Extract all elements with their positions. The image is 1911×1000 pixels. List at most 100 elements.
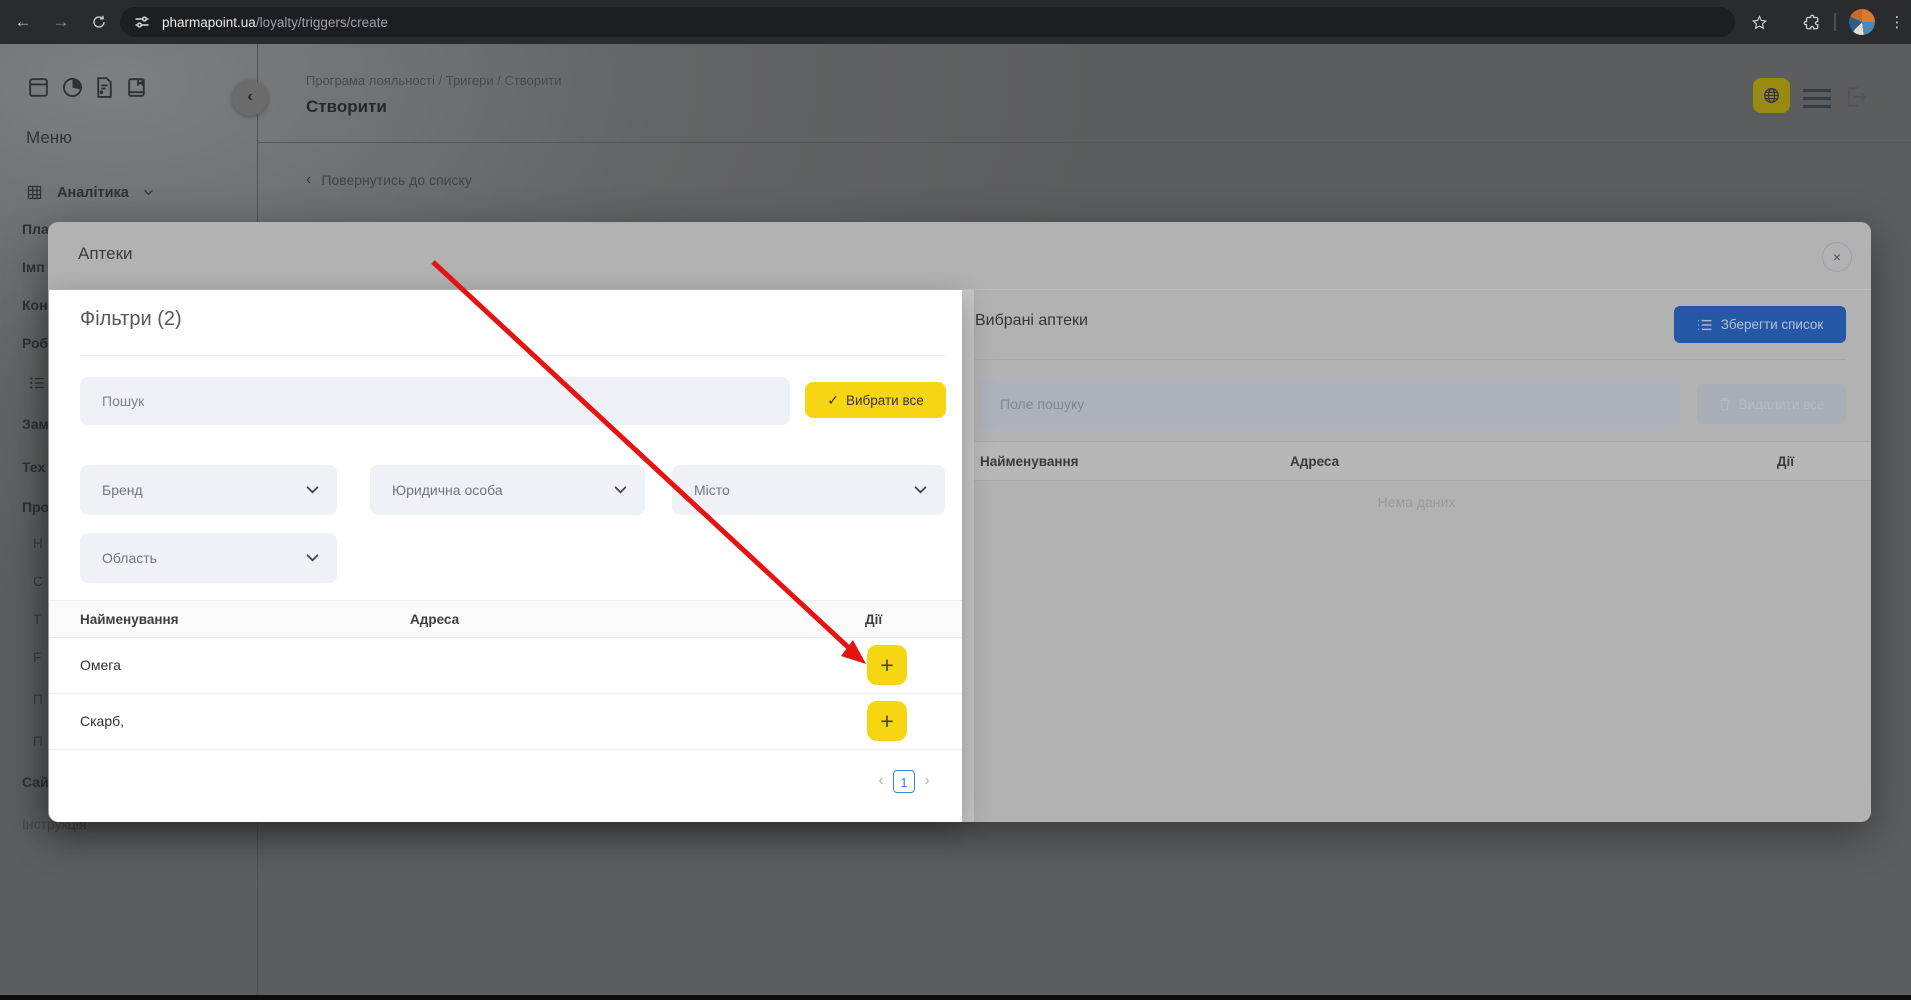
language-button[interactable] (1753, 78, 1790, 113)
grid-icon (27, 185, 42, 200)
sidebar-subitem[interactable]: F (33, 649, 41, 667)
sidebar-subitem[interactable]: Н (33, 535, 43, 553)
sidebar-subitem[interactable]: Т (33, 611, 41, 629)
star-icon (1751, 14, 1767, 29)
sidebar-collapse-button[interactable]: ‹ (232, 80, 268, 116)
sidebar-item[interactable]: Про (22, 498, 49, 516)
modal-close-button[interactable]: × (1822, 242, 1852, 272)
save-list-button[interactable]: Зберегти список (1674, 306, 1846, 343)
header-divider (257, 142, 1911, 143)
modal-title: Аптеки (78, 244, 133, 263)
add-pharmacy-button[interactable]: + (867, 701, 907, 741)
column-header-actions: Дії (865, 611, 883, 627)
save-list-label: Зберегти список (1720, 317, 1824, 332)
browser-toolbar: ← → pharmapoint.ua/loyalty/triggers/crea… (0, 0, 1911, 44)
city-dropdown[interactable]: Місто (672, 465, 945, 515)
brand-dropdown-label: Бренд (102, 482, 143, 498)
pagination-prev-button[interactable]: ‹ (873, 770, 889, 792)
sidebar-item-analytics[interactable]: Аналітика (26, 184, 154, 201)
browser-reload-button[interactable] (84, 7, 114, 37)
puzzle-icon (1803, 14, 1819, 30)
sidebar-quick-document-icon[interactable] (92, 75, 117, 105)
sidebar-quick-piechart-icon[interactable] (60, 75, 85, 105)
chevron-left-icon: ‹ (306, 171, 312, 188)
city-dropdown-label: Місто (694, 482, 730, 498)
bookmark-star-button[interactable] (1744, 7, 1774, 37)
column-header-name: Найменування (980, 453, 1079, 469)
column-header-address: Адреса (1290, 453, 1340, 469)
url-path: /loyalty/triggers/create (255, 14, 388, 30)
back-link-label: Повернутись до списку (321, 172, 472, 188)
legal-entity-dropdown-label: Юридична особа (392, 482, 503, 498)
extensions-button[interactable] (1796, 7, 1826, 37)
chevron-down-icon (614, 486, 627, 494)
filters-divider (80, 355, 945, 356)
browser-forward-button[interactable]: → (46, 7, 76, 37)
sidebar-item[interactable]: Кон (22, 296, 48, 314)
select-all-label: Вибрати все (845, 392, 924, 408)
page-title: Створити (306, 97, 387, 116)
chevron-down-icon (306, 554, 319, 562)
sidebar-item-label: Аналітика (57, 184, 129, 201)
url-domain: pharmapoint.ua (162, 14, 256, 30)
toolbar-divider (1834, 13, 1836, 31)
filters-panel-scrollbar[interactable] (962, 290, 974, 822)
selected-pharmacies-title: Вибрані аптеки (975, 312, 1088, 329)
sidebar-quick-book-icon[interactable] (124, 75, 149, 105)
sidebar-subitem[interactable]: П (33, 691, 43, 709)
plus-icon: + (880, 651, 894, 678)
sidebar-item[interactable]: Зам (22, 415, 49, 433)
chevron-down-icon (143, 189, 153, 196)
sidebar-subitem[interactable]: С (33, 573, 43, 591)
sidebar-item[interactable]: Імп (22, 258, 45, 276)
sidebar-list-section-icon[interactable] (28, 374, 46, 397)
sidebar-quick-archive-icon[interactable] (26, 75, 51, 105)
filters-panel: Фільтри (2) ✓ Вибрати все Бренд Юридична… (49, 290, 962, 822)
apps-menu-button[interactable] (1803, 89, 1831, 108)
address-bar[interactable]: pharmapoint.ua/loyalty/triggers/create (120, 7, 1735, 37)
sidebar-menu-heading: Меню (26, 128, 72, 147)
pharmacy-name: Омега (80, 657, 121, 673)
screenshot-stage: ← → pharmapoint.ua/loyalty/triggers/crea… (0, 0, 1911, 1000)
sidebar-subitem[interactable]: П (33, 733, 43, 751)
region-dropdown[interactable]: Область (80, 533, 337, 583)
sidebar-item[interactable]: Пла (22, 220, 49, 238)
plus-icon: + (880, 707, 894, 734)
table-row: Омега + (49, 638, 962, 694)
legal-entity-dropdown[interactable]: Юридична особа (370, 465, 645, 515)
column-header-address: Адреса (410, 611, 460, 627)
delete-all-label: Видалити все (1738, 396, 1825, 412)
breadcrumb: Програма лояльності / Тригери / Створити (306, 73, 562, 88)
reload-icon (93, 15, 105, 28)
pharmacy-name: Скарб, (80, 713, 125, 729)
list-icon (1697, 319, 1712, 330)
delete-all-button[interactable]: Видалити все (1697, 384, 1846, 424)
filters-search-input[interactable] (80, 377, 790, 425)
sidebar-item[interactable]: Роб (22, 334, 48, 352)
check-icon: ✓ (827, 391, 839, 408)
brand-dropdown[interactable]: Бренд (80, 465, 337, 515)
region-dropdown-label: Область (102, 550, 157, 566)
logout-button[interactable] (1843, 84, 1869, 115)
close-icon: × (1832, 249, 1842, 265)
site-settings-icon[interactable] (134, 14, 150, 30)
selected-table-header: Найменування Адреса Дії (962, 441, 1871, 481)
column-header-name: Найменування (80, 611, 179, 627)
filters-title: Фільтри (2) (80, 308, 182, 330)
browser-menu-button[interactable]: ⋮ (1882, 7, 1911, 37)
chevron-down-icon (306, 486, 319, 494)
browser-back-button[interactable]: ← (8, 7, 38, 37)
select-all-button[interactable]: ✓ Вибрати все (805, 382, 946, 418)
globe-icon (1764, 88, 1779, 103)
back-to-list-link[interactable]: ‹ Повернутись до списку (306, 171, 472, 189)
sidebar-item[interactable]: Тех (22, 458, 45, 476)
logout-icon (1848, 87, 1867, 107)
pagination-next-button[interactable]: › (919, 770, 935, 792)
add-pharmacy-button[interactable]: + (867, 645, 907, 685)
pagination-page-1[interactable]: 1 (893, 770, 915, 793)
filters-table-header: Найменування Адреса Дії (49, 600, 962, 638)
profile-avatar[interactable] (1849, 9, 1875, 35)
empty-state-text: Нема даних (1377, 494, 1456, 510)
sidebar-item[interactable]: Сай (22, 773, 49, 791)
selected-search-input[interactable] (978, 379, 1680, 429)
